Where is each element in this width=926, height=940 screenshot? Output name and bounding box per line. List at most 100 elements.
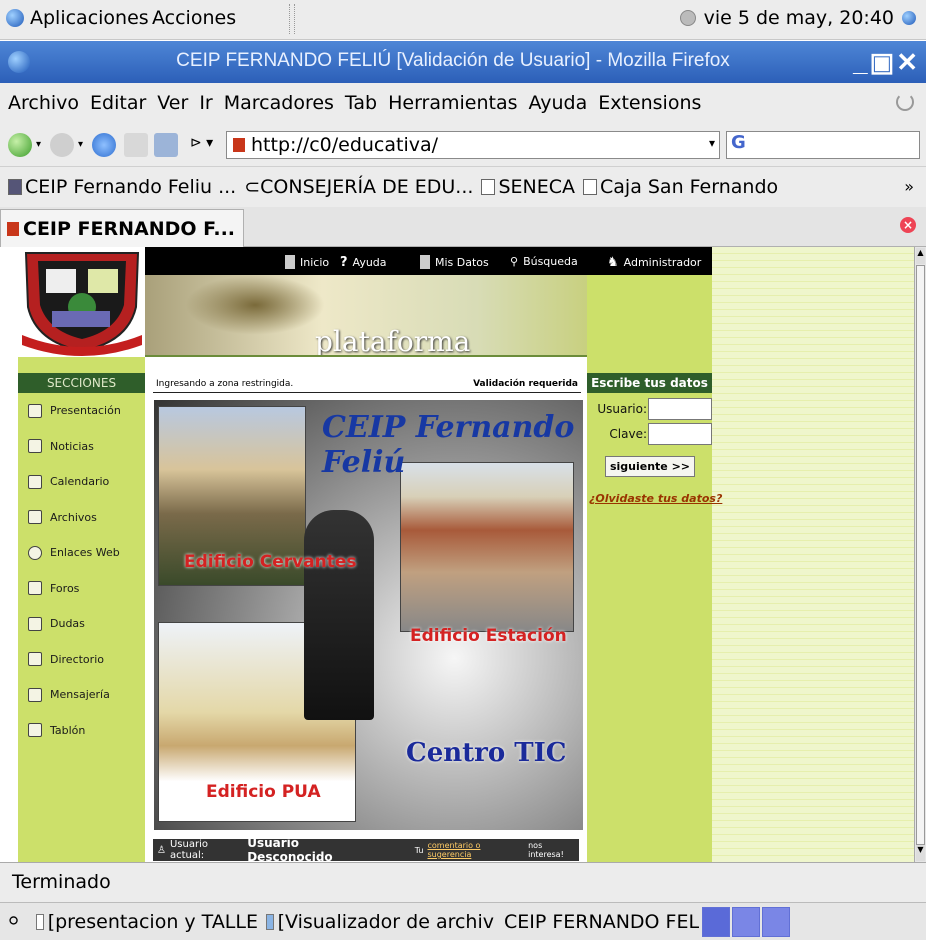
url-text[interactable]: http://c0/educativa/ <box>251 134 438 156</box>
menu-marcadores[interactable]: Marcadores <box>224 92 334 114</box>
task-presentacion[interactable]: [presentacion y TALLE <box>32 907 258 937</box>
stop-icon[interactable] <box>124 133 148 157</box>
forward-arrow-icon[interactable] <box>50 133 74 157</box>
section-foros[interactable]: Foros <box>18 571 145 607</box>
reload-icon[interactable] <box>92 133 116 157</box>
nav-busqueda[interactable]: ⚲ Búsqueda <box>510 255 578 268</box>
directory-icon <box>28 652 42 667</box>
door-icon <box>285 255 295 269</box>
show-desktop-icon[interactable]: ⚪ <box>6 911 21 932</box>
bookmarks-toolbar: CEIP Fernando Feliu ... ⊂CONSEJERÍA DE E… <box>0 167 926 207</box>
nav-inicio[interactable]: Inicio <box>285 255 329 269</box>
section-tablon[interactable]: Tablón <box>18 713 145 749</box>
workspace-1[interactable] <box>702 907 730 937</box>
password-input[interactable] <box>648 423 712 445</box>
site-favicon-icon <box>233 138 245 152</box>
url-bar[interactable]: http://c0/educativa/ ▾ <box>226 131 720 159</box>
workspace-2[interactable] <box>732 907 760 937</box>
bookmarks-more-icon[interactable]: » <box>904 177 914 196</box>
menu-ir[interactable]: Ir <box>199 92 212 114</box>
back-dropdown-icon[interactable]: ▾ <box>36 139 41 150</box>
tab-active[interactable]: CEIP FERNANDO F... <box>0 209 244 247</box>
validation-required-text: Validación requerida <box>473 378 578 389</box>
minimize-icon[interactable]: _ <box>853 47 869 77</box>
search-engine-icon[interactable]: G <box>731 132 746 153</box>
label-estacion: Edificio Estación <box>410 626 567 646</box>
menu-tab[interactable]: Tab <box>345 92 377 114</box>
bookmark-item[interactable]: CEIP Fernando Feliu ... <box>8 176 236 198</box>
task-visualizador[interactable]: [Visualizador de archiv <box>262 907 494 937</box>
board-icon <box>28 723 42 738</box>
nav-label: Administrador <box>623 256 702 269</box>
menu-ayuda[interactable]: Ayuda <box>529 92 588 114</box>
menubar: Archivo Editar Ver Ir Marcadores Tab Her… <box>0 83 926 123</box>
top-panel: Aplicaciones Acciones vie 5 de may, 20:4… <box>0 0 926 40</box>
nav-administrador[interactable]: ♞ Administrador <box>607 255 701 270</box>
menu-extensions[interactable]: Extensions <box>598 92 701 114</box>
section-enlaces-web[interactable]: Enlaces Web <box>18 535 145 571</box>
section-archivos[interactable]: Archivos <box>18 500 145 536</box>
bookmark-item[interactable]: SENECA <box>481 176 575 198</box>
actions-menu[interactable]: Acciones <box>152 7 236 29</box>
back-arrow-icon[interactable] <box>8 133 32 157</box>
search-icon: ⚲ <box>510 255 519 268</box>
task-label: [Visualizador de archiv <box>277 911 494 933</box>
network-icon[interactable] <box>902 11 916 25</box>
applications-menu[interactable]: Aplicaciones <box>6 7 149 29</box>
search-box[interactable]: G <box>726 131 920 159</box>
scroll-up-icon[interactable]: ▲ <box>916 248 925 264</box>
estacion-photo <box>400 462 574 632</box>
go-icon[interactable]: ⊳ ▾ <box>190 135 213 151</box>
maximize-icon[interactable]: ▣ <box>870 47 897 77</box>
clock[interactable]: vie 5 de may, 20:40 <box>704 7 894 29</box>
nav-label: Búsqueda <box>523 255 578 268</box>
user-input[interactable] <box>648 398 712 420</box>
section-presentacion[interactable]: Presentación <box>18 393 145 429</box>
vertical-scrollbar[interactable]: ▲ ▼ <box>914 247 926 862</box>
bookmark-item[interactable]: Caja San Fernando <box>583 176 778 198</box>
section-mensajeria[interactable]: Mensajería <box>18 677 145 713</box>
applications-label: Aplicaciones <box>30 7 149 29</box>
menu-archivo[interactable]: Archivo <box>8 92 79 114</box>
close-icon[interactable]: ✕ <box>896 47 920 77</box>
login-panel <box>587 247 712 862</box>
close-tab-icon[interactable]: × <box>900 217 916 233</box>
menu-editar[interactable]: Editar <box>90 92 146 114</box>
help-icon: ? <box>340 255 348 270</box>
home-icon[interactable] <box>154 133 178 157</box>
nav-ayuda[interactable]: ? Ayuda <box>340 255 387 270</box>
section-label: Directorio <box>50 652 104 666</box>
forward-dropdown-icon[interactable]: ▾ <box>78 139 83 150</box>
news-icon <box>28 439 42 454</box>
menu-herramientas[interactable]: Herramientas <box>388 92 517 114</box>
window-titlebar[interactable]: CEIP FERNANDO FELIÚ [Validación de Usuar… <box>0 41 926 83</box>
section-calendario[interactable]: Calendario <box>18 464 145 500</box>
section-label: Mensajería <box>50 688 110 702</box>
comment-suffix: nos interesa! <box>528 841 564 859</box>
bookmark-label: CONSEJERÍA DE EDU... <box>260 176 474 198</box>
banner-decoration <box>185 275 325 335</box>
volume-icon[interactable] <box>679 10 696 26</box>
nav-mis-datos[interactable]: Mis Datos <box>420 255 489 269</box>
tab-strip: CEIP FERNANDO F... × <box>0 207 926 247</box>
nav-label: Ayuda <box>352 256 387 269</box>
clock-area[interactable]: vie 5 de may, 20:40 <box>679 7 916 29</box>
section-dudas[interactable]: Dudas <box>18 606 145 642</box>
scroll-thumb[interactable] <box>916 265 925 845</box>
folder-icon: ⊂ <box>244 176 261 198</box>
url-dropdown-icon[interactable]: ▾ <box>709 136 715 150</box>
menu-ver[interactable]: Ver <box>157 92 188 114</box>
forgot-data-link[interactable]: ¿Olvidaste tus datos? <box>589 492 722 505</box>
next-button[interactable]: siguiente >> <box>605 456 695 477</box>
taskbar: ⚪ [presentacion y TALLE [Visualizador de… <box>0 902 926 940</box>
comment-link[interactable]: comentario o sugerencia <box>427 841 524 859</box>
background-stripes <box>712 247 914 862</box>
sections-sidebar: SECCIONES Presentación Noticias Calendar… <box>18 357 145 862</box>
scroll-down-icon[interactable]: ▼ <box>916 845 925 861</box>
task-firefox[interactable]: CEIP FERNANDO FELI <box>496 907 700 937</box>
bookmark-item[interactable]: ⊂CONSEJERÍA DE EDU... <box>244 176 473 198</box>
section-noticias[interactable]: Noticias <box>18 429 145 465</box>
section-directorio[interactable]: Directorio <box>18 642 145 678</box>
workspace-3[interactable] <box>762 907 790 937</box>
page-content: plataforma educativa Inicio ?Ayuda Mis D… <box>0 247 914 862</box>
